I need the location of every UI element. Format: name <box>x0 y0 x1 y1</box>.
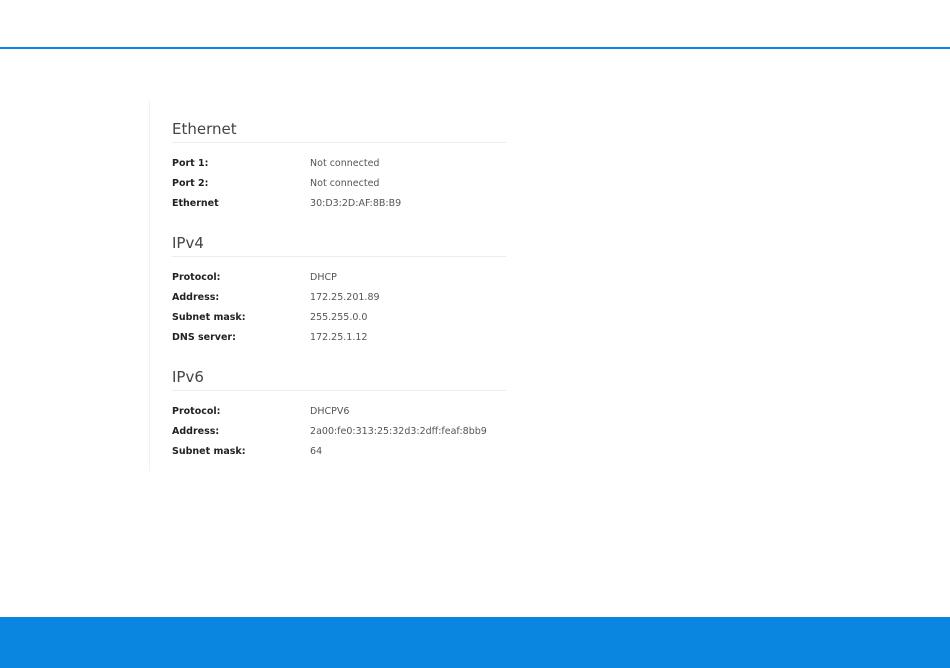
info-row-port-1: Port 1: Not connected <box>172 154 506 174</box>
info-value: 172.25.1.12 <box>310 332 368 343</box>
ethernet-rows: Port 1: Not connected Port 2: Not connec… <box>172 154 506 214</box>
info-value: Not connected <box>310 158 380 169</box>
info-label: Subnet mask: <box>172 446 246 457</box>
section-title-ethernet: Ethernet <box>172 119 506 143</box>
info-label: Port 2: <box>172 178 209 189</box>
info-label: Address: <box>172 426 220 437</box>
info-row-port-2: Port 2: Not connected <box>172 174 506 194</box>
info-row-subnet-mask: Subnet mask: 255.255.0.0 <box>172 308 506 328</box>
info-value: 172.25.201.89 <box>310 292 380 303</box>
network-info-panel: Ethernet Port 1: Not connected Port 2: N… <box>149 101 510 471</box>
info-value: DHCPV6 <box>310 406 350 417</box>
info-row-address: Address: 172.25.201.89 <box>172 288 506 308</box>
info-value: 2a00:fe0:313:25:32d3:2dff:feaf:8bb9 <box>310 426 487 437</box>
info-label: Protocol: <box>172 406 221 417</box>
info-value: Not connected <box>310 178 380 189</box>
footer-bar <box>0 617 950 668</box>
ipv4-rows: Protocol: DHCP Address: 172.25.201.89 Su… <box>172 268 506 348</box>
section-title-ipv6: IPv6 <box>172 367 506 391</box>
info-row-dns-server: DNS server: 172.25.1.12 <box>172 328 506 348</box>
info-label: Port 1: <box>172 158 209 169</box>
section-title-ipv4: IPv4 <box>172 233 506 257</box>
info-row-protocol: Protocol: DHCP <box>172 268 506 288</box>
ipv6-rows: Protocol: DHCPV6 Address: 2a00:fe0:313:2… <box>172 402 506 462</box>
info-label: DNS server: <box>172 332 236 343</box>
info-label: Ethernet <box>172 198 219 209</box>
info-row-address: Address: 2a00:fe0:313:25:32d3:2dff:feaf:… <box>172 422 506 442</box>
info-row-mac: Ethernet 30:D3:2D:AF:8B:B9 <box>172 194 506 214</box>
info-value: 64 <box>310 446 323 457</box>
info-value: DHCP <box>310 272 337 283</box>
info-row-protocol: Protocol: DHCPV6 <box>172 402 506 422</box>
info-row-subnet-mask: Subnet mask: 64 <box>172 442 506 462</box>
page: Ethernet Port 1: Not connected Port 2: N… <box>0 0 950 668</box>
ethernet-section: Ethernet Port 1: Not connected Port 2: N… <box>172 119 506 214</box>
info-label: Address: <box>172 292 220 303</box>
info-label: Subnet mask: <box>172 312 246 323</box>
header-divider <box>0 47 950 49</box>
info-value: 255.255.0.0 <box>310 312 368 323</box>
info-value: 30:D3:2D:AF:8B:B9 <box>310 198 402 209</box>
ipv4-section: IPv4 Protocol: DHCP Address: 172.25.201.… <box>172 233 506 348</box>
info-label: Protocol: <box>172 272 221 283</box>
ipv6-section: IPv6 Protocol: DHCPV6 Address: 2a00:fe0:… <box>172 367 506 462</box>
